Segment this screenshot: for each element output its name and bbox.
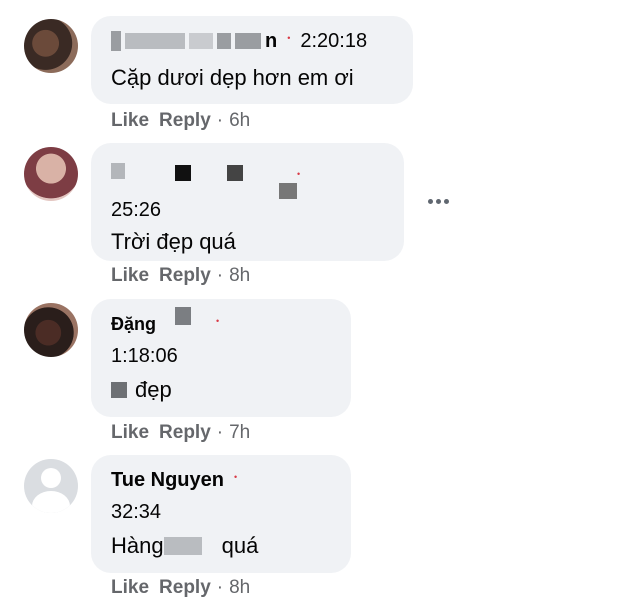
redacted-name <box>235 33 261 49</box>
redacted-name <box>217 33 231 49</box>
comment-age[interactable]: 7h <box>229 422 250 444</box>
more-options-button[interactable] <box>425 188 451 214</box>
badge-dot: • <box>233 472 238 482</box>
comment-time: 1:18:06 <box>111 344 178 367</box>
dot <box>435 198 441 204</box>
redacted-name <box>175 165 191 181</box>
redacted-text <box>111 382 127 398</box>
comment-bubble: n • 2:20:18 Cặp dươi dẹp hơn em ơi <box>91 16 413 104</box>
commenter-avatar[interactable] <box>24 303 78 357</box>
comment-actions: Like Reply · 8h <box>111 577 250 599</box>
comment-header: • <box>111 155 386 199</box>
separator: · <box>216 265 224 286</box>
comment-header-time: 25:26 <box>111 197 386 223</box>
comment-age[interactable]: 8h <box>229 577 250 599</box>
badge-dot: • <box>287 33 291 43</box>
redacted-name <box>111 163 125 179</box>
redacted-name <box>111 31 121 51</box>
comment-time: 25:26 <box>111 198 162 221</box>
comment-header: n • 2:20:18 <box>111 28 395 54</box>
like-button[interactable]: Like <box>111 265 149 287</box>
comment-text: Cặp dươi dẹp hơn em ơi <box>111 65 354 90</box>
commenter-avatar[interactable] <box>24 19 78 73</box>
redacted-name <box>175 307 191 325</box>
redacted-name <box>189 33 213 49</box>
like-button[interactable]: Like <box>111 577 149 599</box>
comment-age[interactable]: 8h <box>229 265 250 287</box>
comment-header-time: 32:34 <box>111 499 333 525</box>
comment-header-time: 1:18:06 <box>111 343 333 369</box>
commenter-name[interactable]: Đặng <box>111 314 156 335</box>
comment-bubble: Tue Nguyen • 32:34 Hàng quá <box>91 455 351 573</box>
reply-button[interactable]: Reply <box>159 110 211 132</box>
comment-header: Đặng • <box>111 307 333 337</box>
comment-text: đẹp <box>135 377 172 402</box>
redacted-name <box>125 33 185 49</box>
dot <box>443 198 449 204</box>
comment-text-prefix: Hàng <box>111 533 164 558</box>
reply-button[interactable]: Reply <box>159 577 211 599</box>
separator: · <box>216 577 224 598</box>
dot <box>427 198 433 204</box>
comment-text-row: Hàng quá <box>111 533 333 559</box>
like-button[interactable]: Like <box>111 422 149 444</box>
comment-text-suffix: quá <box>221 533 259 558</box>
comment-bubble: • 25:26 Trời đẹp quá <box>91 143 404 261</box>
badge-dot: • <box>297 169 301 179</box>
commenter-name[interactable]: Tue Nguyen <box>111 469 224 492</box>
comment-text: Trời đẹp quá <box>111 229 236 254</box>
commenter-name[interactable]: n <box>265 30 277 53</box>
comment-text-row: đẹp <box>111 377 333 403</box>
comment-age[interactable]: 6h <box>229 110 250 132</box>
comment-bubble: Đặng • 1:18:06 đẹp <box>91 299 351 417</box>
separator: · <box>216 422 224 443</box>
avatar-head <box>41 468 61 488</box>
comment-actions: Like Reply · 7h <box>111 422 250 444</box>
default-avatar-icon[interactable] <box>24 459 78 513</box>
commenter-avatar[interactable] <box>24 147 78 201</box>
redacted-name <box>227 165 243 181</box>
reply-button[interactable]: Reply <box>159 265 211 287</box>
reply-button[interactable]: Reply <box>159 422 211 444</box>
redacted-text <box>163 537 202 555</box>
comment-time: 2:20:18 <box>300 29 368 52</box>
avatar-body <box>32 491 70 513</box>
comment-time: 32:34 <box>111 500 162 523</box>
comment-actions: Like Reply · 8h <box>111 265 250 287</box>
comment-header: Tue Nguyen • <box>111 467 333 493</box>
like-button[interactable]: Like <box>111 110 149 132</box>
comment-actions: Like Reply · 6h <box>111 110 250 132</box>
separator: · <box>216 110 224 131</box>
badge-dot: • <box>216 316 220 326</box>
redacted-name <box>279 183 297 199</box>
